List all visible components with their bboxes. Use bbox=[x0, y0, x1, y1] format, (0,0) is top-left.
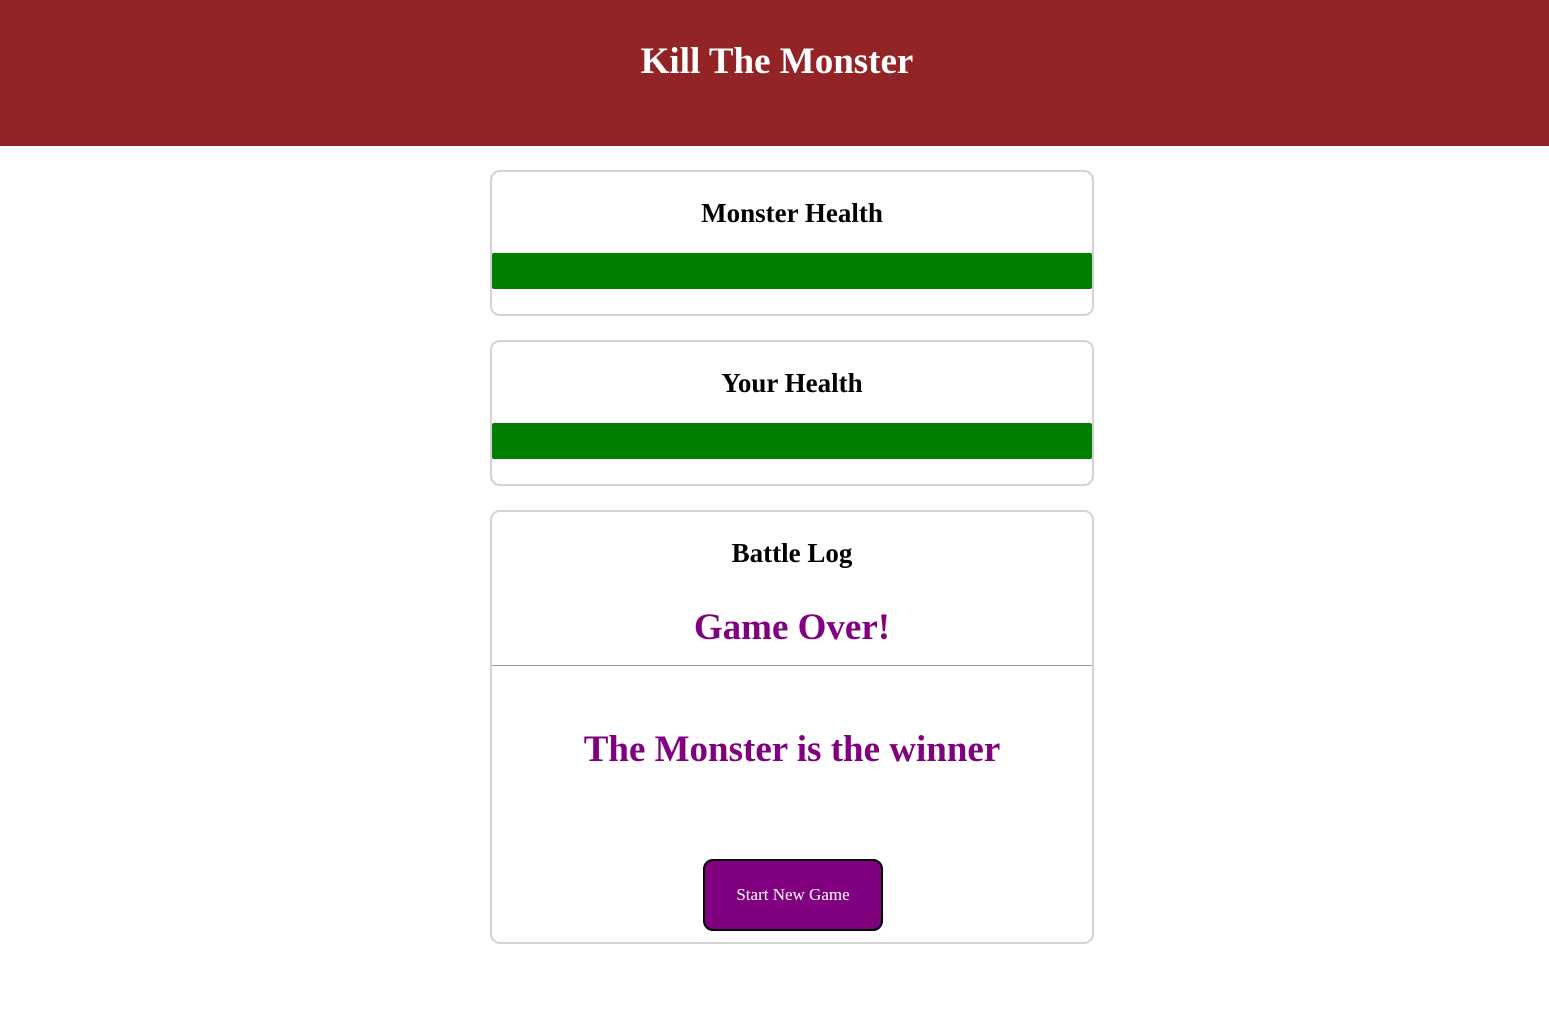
app-header: Kill The Monster bbox=[0, 0, 1549, 146]
monster-health-bar-fill bbox=[492, 253, 1092, 289]
monster-health-heading: Monster Health bbox=[701, 198, 883, 228]
monster-health-bar bbox=[492, 253, 1092, 289]
monster-health-panel: Monster Health bbox=[490, 170, 1094, 316]
battle-log-panel: Battle Log Game Over! The Monster is the… bbox=[490, 510, 1094, 944]
player-health-panel: Your Health bbox=[490, 340, 1094, 486]
divider bbox=[492, 665, 1092, 666]
player-health-bar-fill bbox=[492, 423, 1092, 459]
page-title: Kill The Monster bbox=[640, 41, 914, 82]
game-over-title: Game Over! bbox=[693, 607, 891, 648]
start-new-game-button[interactable]: Start New Game bbox=[703, 859, 883, 931]
player-health-heading: Your Health bbox=[721, 368, 863, 398]
battle-log-heading: Battle Log bbox=[731, 538, 853, 568]
winner-message: The Monster is the winner bbox=[583, 729, 1001, 770]
player-health-bar bbox=[492, 423, 1092, 459]
